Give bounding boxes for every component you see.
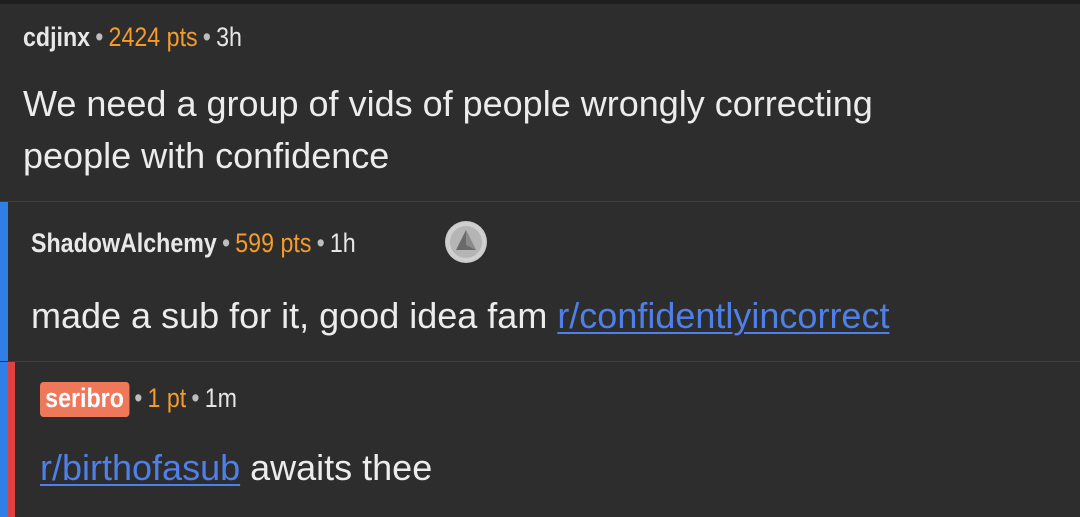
comment-meta: ShadowAlchemy • 599 pts • 1h — [31, 228, 356, 259]
comment-body-line: We need a group of vids of people wrongl… — [23, 83, 873, 124]
comment-seribro[interactable]: seribro • 1 pt • 1m r/birthofasub awaits the… — [0, 362, 1080, 517]
silver-award-icon[interactable] — [445, 221, 487, 263]
comment-points: 2424 pts — [108, 22, 198, 52]
comment-time: 1h — [329, 228, 356, 258]
meta-separator: • — [134, 383, 143, 413]
comment-meta: cdjinx • 2424 pts • 3h — [23, 22, 242, 53]
comment-time: 1m — [204, 383, 237, 413]
meta-separator: • — [202, 22, 211, 52]
comment-author[interactable]: cdjinx — [23, 22, 90, 52]
meta-separator: • — [316, 228, 325, 258]
thread-depth-bar[interactable] — [0, 362, 8, 517]
comment-author[interactable]: ShadowAlchemy — [31, 228, 217, 258]
meta-separator: • — [221, 228, 231, 258]
thread-depth-bar[interactable] — [0, 202, 8, 361]
comment-cdjinx[interactable]: cdjinx • 2424 pts • 3h We need a group of vi… — [0, 4, 1080, 201]
meta-separator: • — [95, 22, 104, 52]
comment-body-text: made a sub for it, good idea fam — [31, 295, 558, 336]
comment-meta: seribro • 1 pt • 1m — [40, 382, 237, 417]
comment-points: 1 pt — [147, 383, 187, 413]
comment-points: 599 pts — [235, 228, 312, 258]
comment-body-text: awaits thee — [240, 447, 433, 488]
comment-time: 3h — [216, 22, 242, 52]
subreddit-link[interactable]: r/birthofasub — [40, 447, 240, 488]
subreddit-link[interactable]: r/confidentlyincorrect — [557, 295, 889, 336]
comment-shadowalchemy[interactable]: ShadowAlchemy • 599 pts • 1h made a sub for … — [0, 202, 1080, 361]
comment-body: made a sub for it, good idea fam r/confi… — [31, 290, 889, 342]
comment-body-line: people with confidence — [23, 135, 390, 176]
meta-separator: • — [191, 383, 200, 413]
comment-body: We need a group of vids of people wrongl… — [23, 78, 873, 182]
op-author-badge[interactable]: seribro — [40, 382, 130, 417]
comment-body: r/birthofasub awaits thee — [40, 442, 432, 494]
thread-depth-bar[interactable] — [8, 362, 15, 517]
